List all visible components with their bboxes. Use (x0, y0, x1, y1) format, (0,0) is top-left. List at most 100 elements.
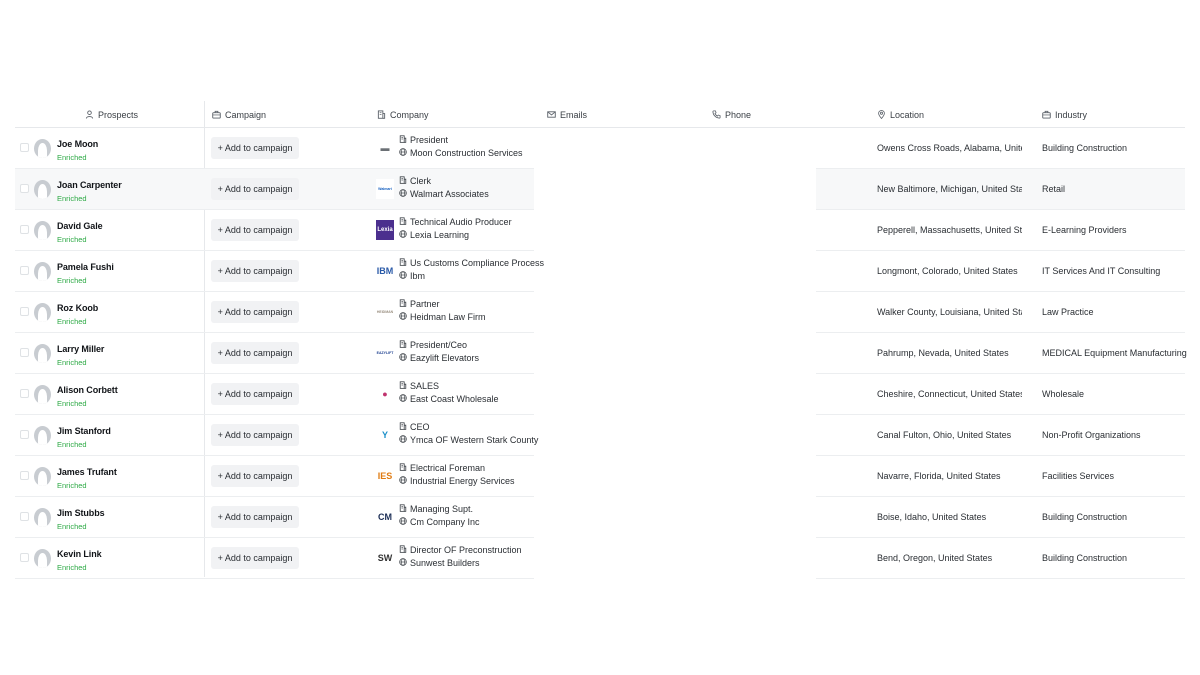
prospect-name[interactable]: Larry Miller (57, 344, 104, 354)
company-name[interactable]: Heidman Law Firm (399, 312, 486, 322)
add-to-campaign-button[interactable]: + Add to campaign (211, 465, 299, 487)
prospect-name[interactable]: Kevin Link (57, 549, 102, 559)
add-to-campaign-button[interactable]: + Add to campaign (211, 383, 299, 405)
globe-icon (399, 271, 407, 281)
column-header-company[interactable]: Company (377, 101, 429, 128)
column-header-label: Prospects (98, 109, 139, 120)
table-row[interactable]: Jim Stubbs Enriched + Add to campaign CM Man… (15, 497, 1185, 538)
table-row[interactable]: Larry Miller Enriched + Add to campaign EAZ… (15, 333, 1187, 374)
add-to-campaign-button[interactable]: + Add to campaign (211, 424, 299, 446)
add-to-campaign-button[interactable]: + Add to campaign (211, 506, 299, 528)
company-logo-text: Walmart (378, 187, 392, 191)
add-to-campaign-button[interactable]: + Add to campaign (211, 342, 299, 364)
column-header-label: Campaign (225, 109, 267, 120)
row-select-checkbox[interactable] (20, 512, 29, 521)
row-select-checkbox[interactable] (20, 471, 29, 480)
column-header-label: Emails (560, 109, 588, 120)
column-header-location[interactable]: Location (877, 101, 924, 128)
add-to-campaign-button[interactable]: + Add to campaign (211, 301, 299, 323)
prospect-name[interactable]: Joan Carpenter (57, 180, 122, 190)
company-name[interactable]: Ymca OF Western Stark County (399, 435, 538, 445)
avatar (34, 262, 51, 281)
company-name[interactable]: Moon Construction Services (399, 148, 523, 158)
company-name[interactable]: Industrial Energy Services (399, 476, 515, 486)
globe-icon (399, 189, 407, 199)
prospect-name[interactable]: Jim Stubbs (57, 508, 105, 518)
table-row[interactable]: Roz Koob Enriched + Add to campaign HEIDMAN… (15, 292, 1185, 333)
company-name[interactable]: Eazylift Elevators (399, 353, 479, 363)
company-logo: IES (376, 466, 394, 486)
prospect-name[interactable]: Alison Corbett (57, 385, 118, 395)
location-cell: New Baltimore, Michigan, United State (877, 184, 1022, 194)
prospect-name[interactable]: James Trufant (57, 467, 117, 477)
company-name[interactable]: Cm Company Inc (399, 517, 480, 527)
company-logo-text: ● (382, 389, 388, 399)
prospect-name[interactable]: Roz Koob (57, 303, 98, 313)
row-select-checkbox[interactable] (20, 225, 29, 234)
table-row[interactable]: Pamela Fushi Enriched + Add to campaign IBM… (15, 251, 1185, 292)
column-header-label: Industry (1055, 109, 1088, 120)
company-name[interactable]: Walmart Associates (399, 189, 489, 199)
company-name[interactable]: Lexia Learning (399, 230, 469, 240)
industry-cell: E-Learning Providers (1042, 225, 1127, 235)
prospect-name[interactable]: Joe Moon (57, 139, 98, 149)
add-to-campaign-button[interactable]: + Add to campaign (211, 260, 299, 282)
company-logo-text: ▬ (380, 143, 390, 153)
globe-icon (399, 148, 407, 158)
column-header-prospects[interactable]: Prospects (85, 101, 138, 128)
building-icon (399, 176, 407, 186)
industry-cell: Wholesale (1042, 389, 1085, 399)
table-row[interactable]: Joan Carpenter Enriched + Add to campaign W… (15, 169, 1185, 210)
industry-cell: MEDICAL Equipment Manufacturing (1042, 348, 1187, 358)
building-icon (399, 422, 407, 432)
row-select-checkbox[interactable] (20, 389, 29, 398)
table-row[interactable]: Kevin Link Enriched + Add to campaign SW Dir… (15, 538, 1185, 579)
building-icon (377, 110, 386, 119)
company-name[interactable]: Ibm (399, 271, 425, 281)
job-title-text: Director OF Preconstruction (410, 545, 522, 555)
table-row[interactable]: Jim Stanford Enriched + Add to campaign Y CE… (15, 415, 1185, 456)
company-name[interactable]: East Coast Wholesale (399, 394, 499, 404)
row-select-checkbox[interactable] (20, 348, 29, 357)
row-select-checkbox[interactable] (20, 307, 29, 316)
job-title: President/Ceo (399, 340, 467, 350)
industry-cell: Law Practice (1042, 307, 1094, 317)
table-row[interactable]: Alison Corbett Enriched + Add to campaign ●… (15, 374, 1185, 415)
enriched-status: Enriched (57, 563, 87, 572)
industry-cell: Building Construction (1042, 143, 1128, 153)
enriched-status: Enriched (57, 481, 87, 490)
add-to-campaign-button[interactable]: + Add to campaign (211, 178, 299, 200)
building-icon (399, 340, 407, 350)
building-icon (399, 504, 407, 514)
company-name-text: Eazylift Elevators (410, 353, 480, 363)
job-title: Us Customs Compliance Process (399, 258, 544, 268)
column-header-campaign[interactable]: Campaign (212, 101, 266, 128)
column-header-emails[interactable]: Emails (547, 101, 587, 128)
row-select-checkbox[interactable] (20, 143, 29, 152)
globe-icon (399, 435, 407, 445)
prospect-name[interactable]: Pamela Fushi (57, 262, 114, 272)
add-to-campaign-button[interactable]: + Add to campaign (211, 137, 299, 159)
prospect-name[interactable]: David Gale (57, 221, 103, 231)
enriched-status: Enriched (57, 440, 87, 449)
column-header-phone[interactable]: Phone (712, 101, 751, 128)
globe-icon (399, 394, 407, 404)
building-icon (399, 463, 407, 473)
table-row[interactable]: David Gale Enriched + Add to campaign Lexia… (15, 210, 1185, 251)
column-header-industry[interactable]: Industry (1042, 101, 1087, 128)
add-to-campaign-button[interactable]: + Add to campaign (211, 547, 299, 569)
enriched-status: Enriched (57, 235, 87, 244)
table-row[interactable]: James Trufant Enriched + Add to campaign IE… (15, 456, 1185, 497)
company-logo-text: IBM (376, 266, 394, 276)
row-select-checkbox[interactable] (20, 184, 29, 193)
row-select-checkbox[interactable] (20, 266, 29, 275)
company-name[interactable]: Sunwest Builders (399, 558, 480, 568)
row-select-checkbox[interactable] (20, 430, 29, 439)
table-row[interactable]: Joe Moon Enriched + Add to campaign ▬ Presid… (15, 128, 1185, 169)
prospect-name[interactable]: Jim Stanford (57, 426, 111, 436)
add-to-campaign-button[interactable]: + Add to campaign (211, 219, 299, 241)
building-icon (399, 135, 407, 145)
row-select-checkbox[interactable] (20, 553, 29, 562)
job-title: Electrical Foreman (399, 463, 485, 473)
prospects-table: Prospects Campaign Company Emails Phone (15, 101, 1187, 579)
